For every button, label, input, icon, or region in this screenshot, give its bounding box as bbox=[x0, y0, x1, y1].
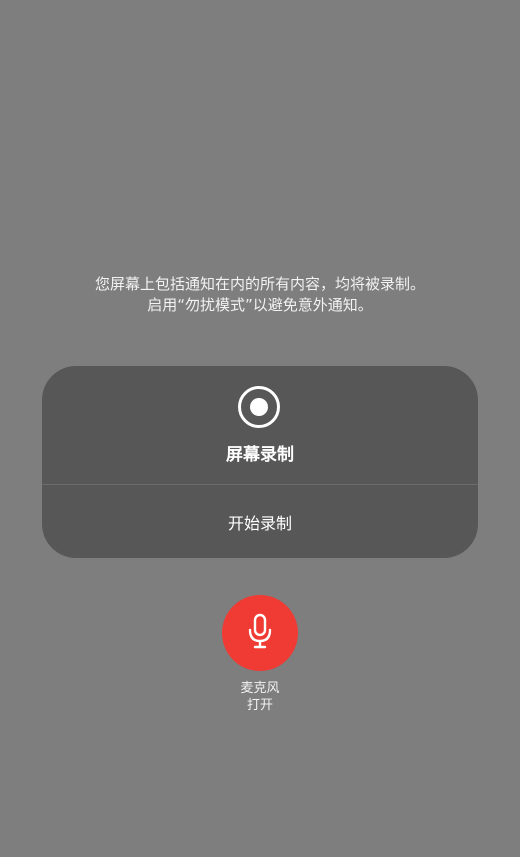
notice-line-1: 您屏幕上包括通知在内的所有内容，均将被录制。 bbox=[94, 275, 425, 293]
microphone-name: 麦克风 bbox=[240, 681, 280, 696]
microphone-label: 麦克风 打开 bbox=[0, 680, 520, 714]
screen-recording-card: 屏幕录制 开始录制 bbox=[42, 366, 478, 558]
microphone-icon bbox=[248, 613, 272, 649]
record-icon bbox=[238, 386, 280, 428]
record-dot bbox=[250, 398, 268, 416]
start-recording-label: 开始录制 bbox=[227, 513, 292, 533]
card-header: 屏幕录制 bbox=[42, 366, 478, 484]
microphone-toggle-button[interactable] bbox=[222, 595, 298, 671]
recording-notice: 您屏幕上包括通知在内的所有内容，均将被录制。 启用“勿扰模式”以避免意外通知。 bbox=[0, 274, 520, 316]
start-recording-button[interactable]: 开始录制 bbox=[42, 485, 478, 558]
microphone-state: 打开 bbox=[246, 698, 273, 713]
notice-line-2: 启用“勿扰模式”以避免意外通知。 bbox=[147, 296, 373, 314]
card-title: 屏幕录制 bbox=[226, 445, 294, 465]
